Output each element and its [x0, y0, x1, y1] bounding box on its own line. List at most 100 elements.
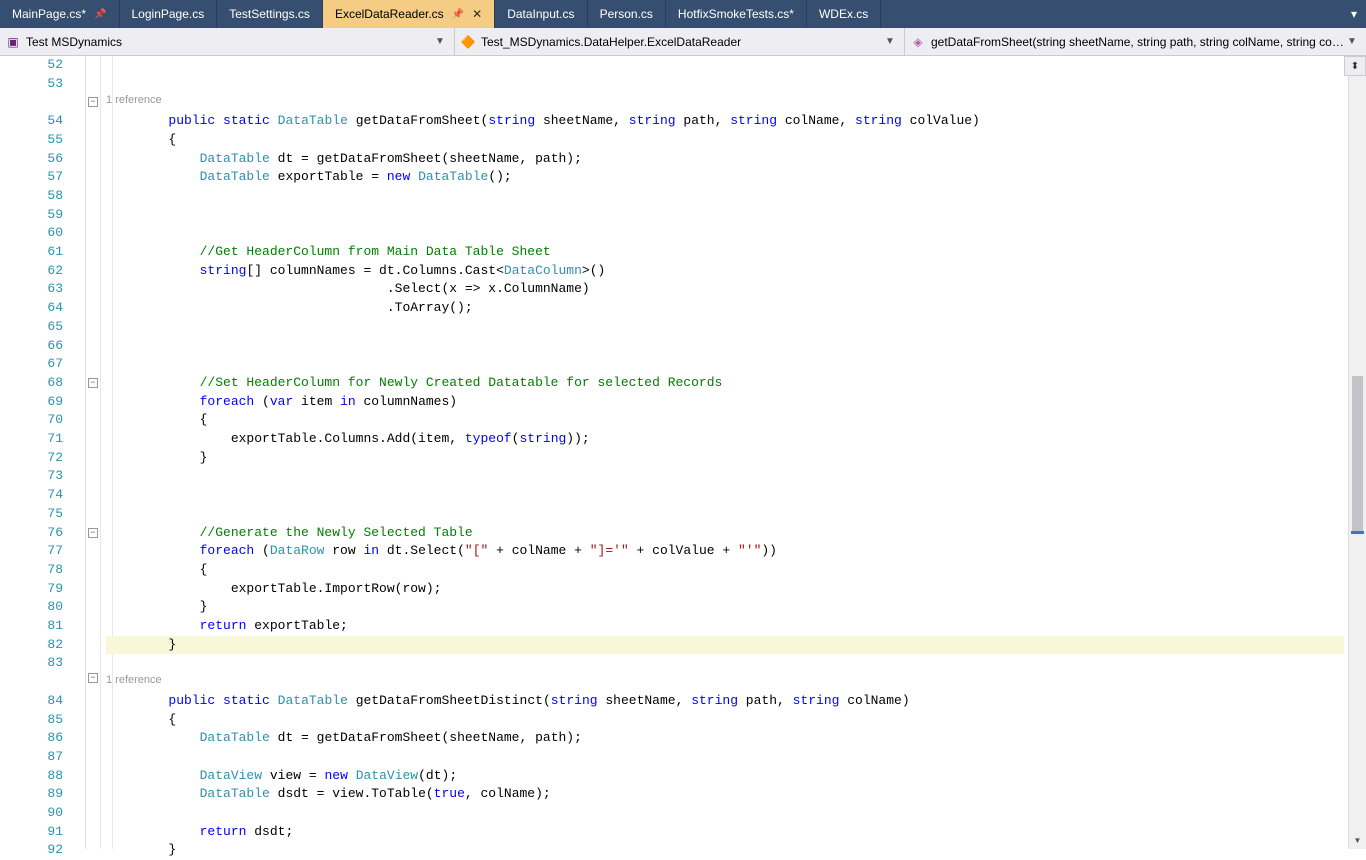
line-number: 63 [23, 280, 63, 299]
code-line[interactable]: { [106, 411, 1344, 430]
tab-label: MainPage.cs* [12, 7, 86, 21]
tab-overflow-dropdown[interactable]: ▾ [1342, 0, 1366, 28]
chevron-down-icon: ▼ [432, 36, 448, 47]
tab-hotfixsmoketests[interactable]: HotfixSmokeTests.cs* [666, 0, 807, 28]
code-editor[interactable]: 5253545556575859606162636465666768697071… [0, 56, 1366, 849]
fold-toggle[interactable]: − [88, 673, 98, 683]
fold-toggle[interactable]: − [88, 528, 98, 538]
nav-class-text: Test_MSDynamics.DataHelper.ExcelDataRead… [481, 35, 882, 49]
code-line[interactable]: { [106, 131, 1344, 150]
code-line[interactable]: } [106, 841, 1344, 860]
tab-mainpage[interactable]: MainPage.cs* 📌 [0, 0, 120, 28]
line-number: 62 [23, 262, 63, 281]
scroll-thumb[interactable] [1352, 376, 1363, 531]
nav-member-dropdown[interactable]: ◈ getDataFromSheet(string sheetName, str… [905, 28, 1366, 55]
tab-label: Person.cs [600, 7, 653, 21]
line-number-gutter: 5253545556575859606162636465666768697071… [0, 56, 86, 849]
line-number: 52 [23, 56, 63, 75]
tab-testsettings[interactable]: TestSettings.cs [217, 0, 323, 28]
tab-person[interactable]: Person.cs [588, 0, 666, 28]
code-line[interactable]: DataTable dsdt = view.ToTable(true, colN… [106, 785, 1344, 804]
code-line[interactable]: //Generate the Newly Selected Table [106, 524, 1344, 543]
code-line[interactable]: } [106, 598, 1344, 617]
code-line[interactable]: } [106, 636, 1344, 655]
scroll-down-arrow[interactable]: ▼ [1349, 831, 1366, 849]
line-number: 86 [23, 729, 63, 748]
line-number: 83 [23, 654, 63, 673]
code-line[interactable]: public static DataTable getDataFromSheet… [106, 112, 1344, 131]
line-number: 60 [23, 224, 63, 243]
line-number: 72 [23, 449, 63, 468]
line-number: 58 [23, 187, 63, 206]
tab-wdex[interactable]: WDEx.cs [807, 0, 881, 28]
nav-project-text: Test MSDynamics [26, 35, 432, 49]
fold-toggle[interactable]: − [88, 97, 98, 107]
nav-project-dropdown[interactable]: ▣ Test MSDynamics ▼ [0, 28, 455, 55]
line-number: 85 [23, 711, 63, 730]
code-line[interactable]: foreach (DataRow row in dt.Select("[" + … [106, 542, 1344, 561]
tab-exceldatareader[interactable]: ExcelDataReader.cs📌✕ [323, 0, 495, 28]
line-number: 74 [23, 486, 63, 505]
line-number: 61 [23, 243, 63, 262]
code-line[interactable]: //Get HeaderColumn from Main Data Table … [106, 243, 1344, 262]
code-line[interactable]: .ToArray(); [106, 299, 1344, 318]
line-number: 78 [23, 561, 63, 580]
line-number: 87 [23, 748, 63, 767]
line-number: 73 [23, 467, 63, 486]
code-line[interactable]: DataView view = new DataView(dt); [106, 767, 1344, 786]
fold-toggle[interactable]: − [88, 378, 98, 388]
pin-icon[interactable]: 📌 [452, 9, 464, 20]
line-number: 92 [23, 841, 63, 860]
code-content[interactable]: 1 reference public static DataTable getD… [106, 56, 1344, 849]
code-line[interactable]: foreach (var item in columnNames) [106, 393, 1344, 412]
line-number: 55 [23, 131, 63, 150]
chevron-down-icon: ▼ [1344, 36, 1360, 47]
vertical-scrollbar[interactable]: ▲ ▼ [1348, 56, 1366, 849]
line-number: 66 [23, 337, 63, 356]
code-line[interactable]: } [106, 449, 1344, 468]
line-number: 59 [23, 206, 63, 225]
split-editor-icon[interactable]: ⬍ [1344, 56, 1366, 76]
pin-icon: 📌 [94, 9, 106, 20]
tab-label: WDEx.cs [819, 7, 868, 21]
line-number: 57 [23, 168, 63, 187]
code-line[interactable]: public static DataTable getDataFromSheet… [106, 692, 1344, 711]
line-number: 80 [23, 598, 63, 617]
tab-datainput[interactable]: DataInput.cs [495, 0, 587, 28]
code-line[interactable]: exportTable.Columns.Add(item, typeof(str… [106, 430, 1344, 449]
line-number: 67 [23, 355, 63, 374]
line-number: 53 [23, 75, 63, 94]
close-icon[interactable]: ✕ [472, 7, 482, 21]
line-number: 84 [23, 692, 63, 711]
fold-column: − − − − [84, 56, 104, 849]
line-number: 75 [23, 505, 63, 524]
class-icon: 🔶 [461, 35, 475, 49]
line-number: 81 [23, 617, 63, 636]
code-line[interactable]: //Set HeaderColumn for Newly Created Dat… [106, 374, 1344, 393]
line-number: 56 [23, 150, 63, 169]
line-number: 68 [23, 374, 63, 393]
line-number: 88 [23, 767, 63, 786]
code-line[interactable]: string[] columnNames = dt.Columns.Cast<D… [106, 262, 1344, 281]
code-line[interactable]: return exportTable; [106, 617, 1344, 636]
code-line[interactable]: { [106, 561, 1344, 580]
nav-class-dropdown[interactable]: 🔶 Test_MSDynamics.DataHelper.ExcelDataRe… [455, 28, 905, 55]
line-number: 54 [23, 112, 63, 131]
code-line[interactable]: .Select(x => x.ColumnName) [106, 280, 1344, 299]
code-line[interactable]: { [106, 711, 1344, 730]
line-number: 69 [23, 393, 63, 412]
document-tabs: MainPage.cs* 📌 LoginPage.cs TestSettings.… [0, 0, 1366, 28]
tab-loginpage[interactable]: LoginPage.cs [120, 0, 218, 28]
tab-label: LoginPage.cs [132, 7, 205, 21]
code-line[interactable]: exportTable.ImportRow(row); [106, 580, 1344, 599]
code-line[interactable]: return dsdt; [106, 823, 1344, 842]
code-line[interactable]: DataTable dt = getDataFromSheet(sheetNam… [106, 729, 1344, 748]
code-line[interactable]: DataTable dt = getDataFromSheet(sheetNam… [106, 150, 1344, 169]
scroll-marker [1351, 531, 1364, 534]
line-number: 91 [23, 823, 63, 842]
project-icon: ▣ [6, 35, 20, 49]
code-line[interactable]: DataTable exportTable = new DataTable(); [106, 168, 1344, 187]
tab-label: HotfixSmokeTests.cs* [678, 7, 794, 21]
code-line[interactable]: 1 reference [106, 671, 1344, 690]
code-line[interactable]: 1 reference [106, 91, 1344, 110]
